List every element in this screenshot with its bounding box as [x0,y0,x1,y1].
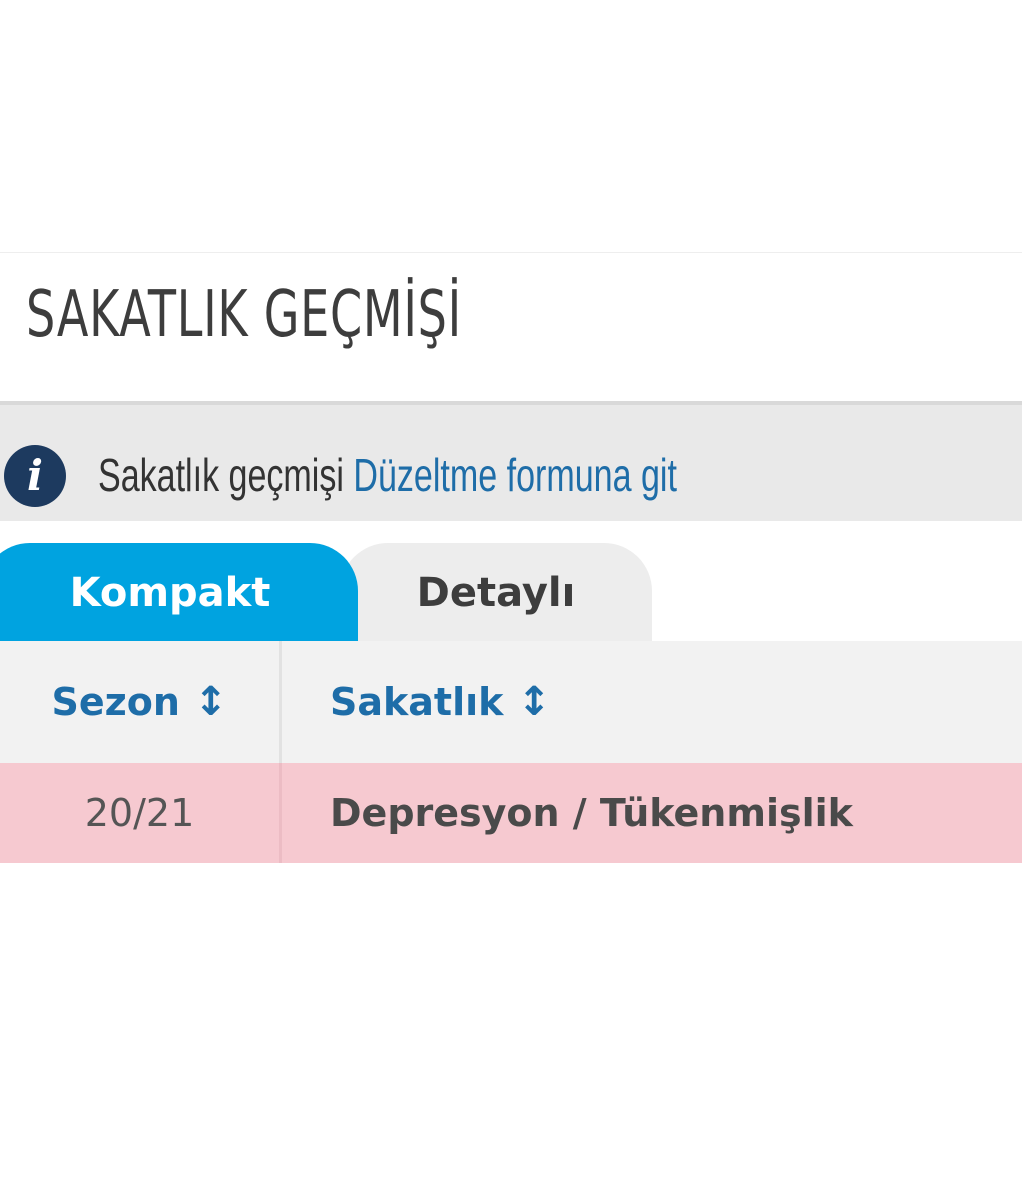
season-cell: 20/21 [0,763,282,863]
info-label: Sakatlık geçmişi [98,449,344,501]
injury-table: Sezon ↕ Sakatlık ↕ 20/21 Depresyon / Tük… [0,641,1022,863]
section-title: SAKATLIK GEÇMİŞİ [26,278,462,352]
info-icon: i [4,445,66,507]
sort-icon[interactable]: ↕ [194,679,228,725]
column-header-injury-label: Sakatlık [330,680,504,724]
column-header-season-label: Sezon [51,680,180,724]
column-header-season[interactable]: Sezon ↕ [0,641,282,763]
injury-history-panel: SAKATLIK GEÇMİŞİ i Sakatlık geçmişi Düze… [0,252,1022,865]
view-tabs: Kompakt Detaylı [0,543,1022,641]
info-text: Sakatlık geçmişi Düzeltme formuna git [98,447,677,503]
correction-form-link[interactable]: Düzeltme formuna git [353,449,677,501]
table-header-row: Sezon ↕ Sakatlık ↕ [0,641,1022,763]
sort-icon[interactable]: ↕ [517,679,551,725]
table-row: 20/21 Depresyon / Tükenmişlik [0,763,1022,863]
column-header-injury[interactable]: Sakatlık ↕ [282,641,1022,763]
tab-kompakt[interactable]: Kompakt [0,543,358,641]
injury-cell: Depresyon / Tükenmişlik [330,791,853,835]
tab-detayli[interactable]: Detaylı [340,543,652,641]
info-bar: i Sakatlık geçmişi Düzeltme formuna git [0,401,1022,521]
